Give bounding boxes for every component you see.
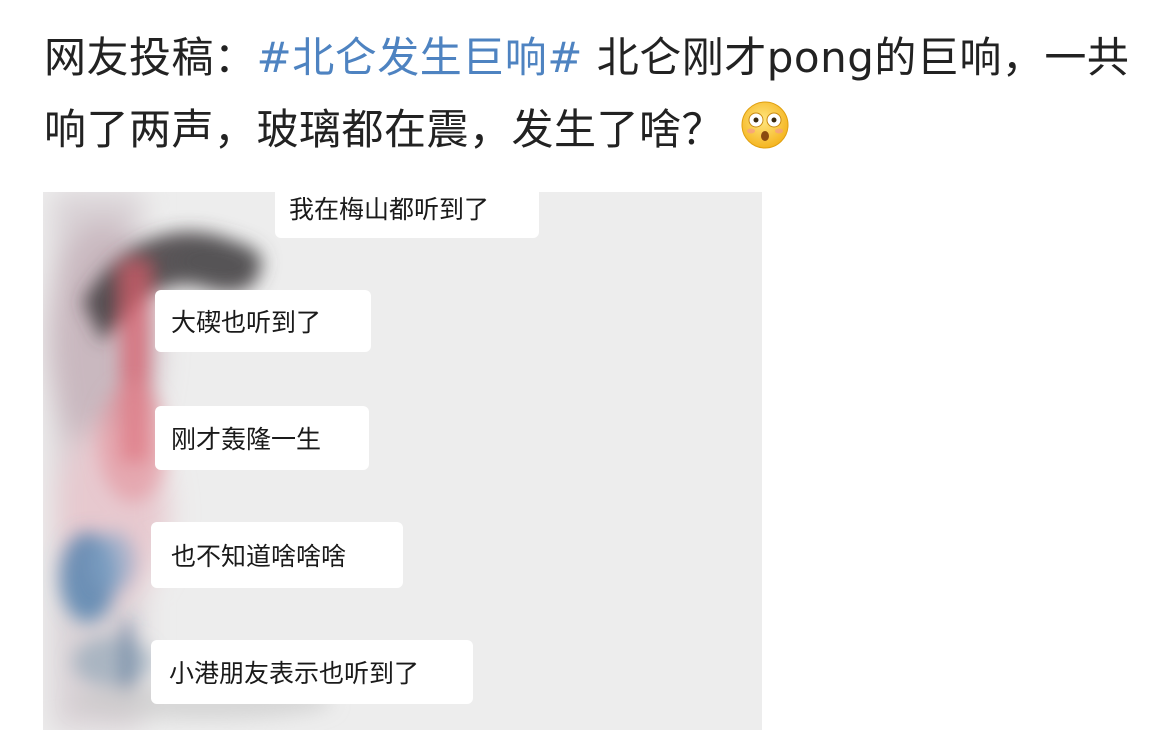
chat-message-text: 我在梅山都听到了 [289,195,490,224]
chat-message-bubble: 大碶也听到了 [155,290,371,352]
chat-message-text: 刚才轰隆一生 [171,425,322,454]
hashtag-link[interactable]: #北仑发生巨响# [257,33,583,82]
chat-message-bubble: 小港朋友表示也听到了 [151,640,473,704]
chat-message-bubble: 我在梅山都听到了 [275,192,539,238]
chat-message-text: 大碶也听到了 [171,308,322,337]
post-text: 网友投稿：#北仑发生巨响# 北仑刚才pong的巨响，一共响了两声，玻璃都在震，发… [44,22,1134,172]
chat-message-bubble: 也不知道啥啥啥 [151,522,403,588]
chat-message-text: 也不知道啥啥啥 [171,542,347,571]
shocked-face-emoji-icon [740,100,790,172]
post-prefix: 网友投稿： [44,33,257,82]
chat-message-text: 小港朋友表示也听到了 [169,659,420,688]
chat-screenshot-image: 我在梅山都听到了 大碶也听到了 刚才轰隆一生 也不知道啥啥啥 小港朋友表示也听到… [43,192,762,730]
chat-message-bubble: 刚才轰隆一生 [155,406,369,470]
